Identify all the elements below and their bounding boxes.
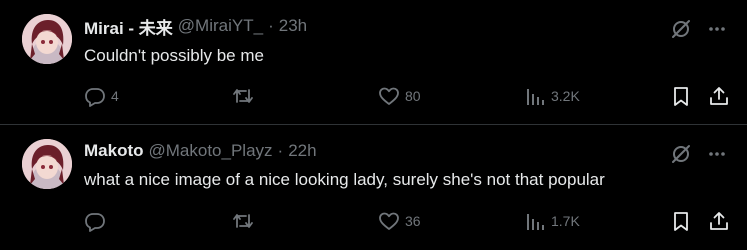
tweet-top-actions [669,17,729,41]
avatar-image [22,14,72,64]
tweet-text: Couldn't possibly be me [84,46,264,65]
bookmark-icon [674,212,688,231]
bookmark-button[interactable] [670,209,692,233]
like-button[interactable]: 36 [378,209,421,233]
bookmark-icon [674,87,688,106]
retweet-icon [233,214,253,228]
tweet-top-actions [669,142,729,166]
more-icon[interactable] [705,17,729,41]
timestamp[interactable]: 22h [288,141,316,161]
bookmark-button[interactable] [670,84,692,108]
reply-icon [85,213,105,232]
avatar-image [22,139,72,189]
display-name[interactable]: Makoto [84,141,144,161]
tweet[interactable]: Mirai - 未来 @MiraiYT_ · 23h Couldn't poss… [0,0,747,124]
like-count: 80 [405,88,421,104]
retweet-button[interactable] [232,84,259,108]
like-icon [379,212,399,230]
views-button[interactable]: 1.7K [524,209,580,233]
reply-button[interactable]: 4 [84,84,119,108]
tweet-actions: 4 80 3.2K [84,84,730,108]
reply-icon [85,88,105,107]
like-icon [379,87,399,105]
avatar[interactable] [22,14,72,64]
like-button[interactable]: 80 [378,84,421,108]
view-count: 1.7K [551,213,580,229]
like-count: 36 [405,213,421,229]
more-icon[interactable] [705,142,729,166]
views-icon [527,89,544,105]
share-button[interactable] [708,84,730,108]
tweet[interactable]: Makoto @Makoto_Playz · 22h what a nice i… [0,125,747,250]
tweet-header: Mirai - 未来 @MiraiYT_ · 23h [84,14,307,39]
grok-icon[interactable] [669,17,693,41]
user-handle[interactable]: @Makoto_Playz [149,141,273,161]
timestamp[interactable]: 23h [279,16,307,36]
view-count: 3.2K [551,88,580,104]
user-handle[interactable]: @MiraiYT_ [178,16,263,36]
retweet-button[interactable] [232,209,259,233]
share-button[interactable] [708,209,730,233]
avatar[interactable] [22,139,72,189]
separator-dot: · [268,16,274,35]
grok-icon[interactable] [669,142,693,166]
views-icon [527,214,544,230]
tweet-text: what a nice image of a nice looking lady… [84,170,605,189]
tweet-header: Makoto @Makoto_Playz · 22h [84,141,317,161]
share-icon [710,87,728,105]
separator-dot: · [277,141,284,160]
reply-count: 4 [111,88,119,104]
share-icon [710,212,728,230]
retweet-icon [233,89,253,103]
views-button[interactable]: 3.2K [524,84,580,108]
timeline-feed: Mirai - 未来 @MiraiYT_ · 23h Couldn't poss… [0,0,747,250]
reply-button[interactable] [84,209,111,233]
tweet-actions: 36 1.7K [84,209,730,233]
display-name[interactable]: Mirai - 未来 [84,14,173,39]
